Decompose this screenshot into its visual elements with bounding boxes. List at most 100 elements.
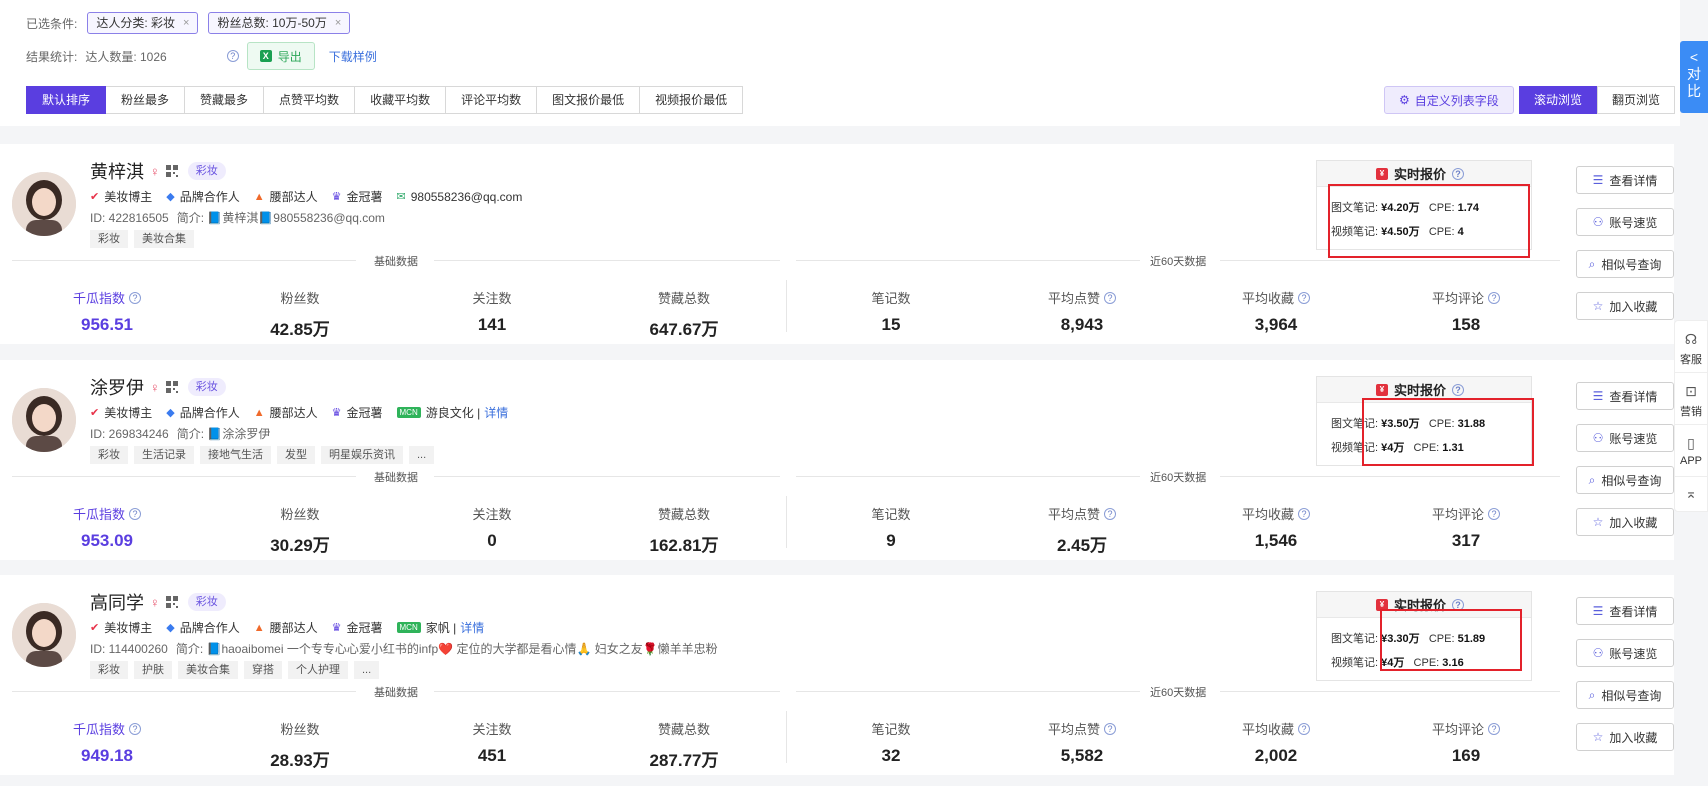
view-mode-scroll[interactable]: 滚动浏览	[1519, 86, 1598, 114]
tag-text: 腰部达人	[269, 621, 318, 635]
tag-text: 品牌合作人	[179, 621, 240, 635]
influencer-name[interactable]: 涂罗伊	[90, 374, 144, 400]
export-button[interactable]: X 导出	[246, 42, 315, 70]
marketing-tool[interactable]: ⊡ 营销	[1675, 373, 1707, 425]
help-icon[interactable]: ?	[1104, 291, 1116, 304]
content-tag[interactable]: ...	[409, 446, 435, 464]
content-tag[interactable]: ...	[354, 661, 380, 679]
influencer-id: ID: 269834246	[90, 426, 169, 441]
help-icon[interactable]: ?	[1488, 722, 1500, 735]
basic-data-label: 基础数据	[366, 469, 426, 485]
account-preview-button[interactable]: ⚇ 账号速览	[1576, 639, 1674, 667]
help-icon[interactable]: ?	[1452, 383, 1464, 396]
similar-search-button[interactable]: ⌕ 相似号查询	[1576, 250, 1674, 278]
view-mode-paged[interactable]: 翻页浏览	[1597, 86, 1676, 114]
metric-value: 647.67万	[649, 320, 719, 339]
sort-tab-avg-favs[interactable]: 收藏平均数	[355, 86, 447, 114]
sort-tab-default[interactable]: 默认排序	[26, 86, 107, 114]
compare-tab[interactable]: < 对比	[1680, 41, 1708, 113]
help-icon[interactable]: ?	[1298, 507, 1310, 520]
tag-text: 品牌合作人	[179, 190, 240, 204]
divider	[1220, 476, 1560, 477]
download-sample-link[interactable]: 下载样例	[329, 48, 377, 65]
help-icon[interactable]: ?	[1298, 291, 1310, 304]
avatar[interactable]	[12, 172, 76, 236]
view-details-button[interactable]: ☰ 查看详情	[1576, 382, 1674, 410]
mcn-details-link[interactable]: 详情	[484, 404, 508, 421]
help-icon[interactable]: ?	[1104, 722, 1116, 735]
view-details-button[interactable]: ☰ 查看详情	[1576, 597, 1674, 625]
add-favorite-button[interactable]: ☆ 加入收藏	[1576, 508, 1674, 536]
highlight-frame	[1380, 609, 1522, 671]
avatar[interactable]	[12, 388, 76, 452]
sort-tab-most-fans[interactable]: 粉丝最多	[106, 86, 186, 114]
sort-tab-most-likes[interactable]: 赞藏最多	[185, 86, 265, 114]
filter-chip-fans[interactable]: 粉丝总数: 10万-50万 ×	[208, 12, 351, 34]
metric-likes-total: 赞藏总数 287.77万	[594, 719, 774, 771]
help-icon[interactable]: ?	[1298, 722, 1310, 735]
customer-service-tool[interactable]: ☊ 客服	[1675, 321, 1707, 373]
name-row: 黄梓淇 ♀ 彩妆	[90, 158, 226, 184]
star-icon: ☆	[1592, 299, 1604, 313]
app-tool[interactable]: ▯ APP	[1675, 425, 1707, 477]
check-circle-icon: ✔	[90, 407, 100, 419]
view-details-button[interactable]: ☰ 查看详情	[1576, 166, 1674, 194]
metric-label: 千瓜指数	[72, 722, 125, 737]
help-icon[interactable]: ?	[1452, 167, 1464, 180]
help-icon[interactable]: ?	[226, 50, 239, 62]
view-mode-toggle: 滚动浏览 翻页浏览	[1519, 86, 1676, 114]
similar-search-button[interactable]: ⌕ 相似号查询	[1576, 681, 1674, 709]
metric-label: 平均评论	[1431, 291, 1484, 306]
tags-row: ✔ 美妆博主 ◆ 品牌合作人 ▲ 腰部达人 ♛ 金冠薯 ✉ 980558236@qq.com	[90, 188, 536, 205]
filter-chip-category[interactable]: 达人分类: 彩妆 ×	[87, 12, 199, 34]
account-preview-button[interactable]: ⚇ 账号速览	[1576, 424, 1674, 452]
basic-data-label: 基础数据	[366, 684, 426, 700]
custom-fields-button[interactable]: ⚙ 自定义列表字段	[1384, 86, 1514, 114]
influencer-name[interactable]: 高同学	[90, 589, 144, 615]
mcn-details-link[interactable]: 详情	[460, 619, 484, 636]
help-icon[interactable]: ?	[1488, 291, 1500, 304]
influencer-card: 涂罗伊 ♀ 彩妆 ✔ 美妆博主 ◆ 品牌合作人 ▲ 腰部达人 ♛ 金冠薯 MCN 游良文化 | 详情…	[0, 360, 1674, 560]
content-tags: 彩妆 生活记录 接地气生活 发型 明星娱乐资讯...	[90, 446, 440, 464]
qr-code-icon[interactable]	[165, 381, 178, 393]
metric-value: 953.09	[81, 531, 133, 550]
influencer-name[interactable]: 黄梓淇	[90, 158, 144, 184]
sort-tab-avg-comments[interactable]: 评论平均数	[446, 86, 538, 114]
sort-tab-avg-likes[interactable]: 点赞平均数	[264, 86, 356, 114]
qr-code-icon[interactable]	[165, 165, 178, 177]
account-preview-button[interactable]: ⚇ 账号速览	[1576, 208, 1674, 236]
close-icon[interactable]: ×	[335, 13, 341, 33]
avatar-image	[12, 603, 76, 667]
sort-tab-lowest-image-price[interactable]: 图文报价最低	[537, 86, 641, 114]
help-icon[interactable]: ?	[1104, 507, 1116, 520]
help-icon[interactable]: ?	[129, 722, 141, 735]
avatar[interactable]	[12, 603, 76, 667]
metric-label: 赞藏总数	[657, 507, 710, 522]
tag-item: ♛ 金冠薯	[332, 619, 383, 636]
close-icon[interactable]: ×	[183, 13, 189, 33]
user-icon: ⚇	[1592, 646, 1604, 660]
help-icon[interactable]: ?	[129, 507, 141, 520]
add-favorite-button[interactable]: ☆ 加入收藏	[1576, 723, 1674, 751]
selected-conditions-label: 已选条件:	[26, 16, 78, 31]
metric-label: 笔记数	[871, 291, 911, 306]
help-icon[interactable]: ?	[129, 291, 141, 304]
add-favorite-button[interactable]: ☆ 加入收藏	[1576, 292, 1674, 320]
button-label: 账号速览	[1609, 215, 1658, 230]
list-icon: ☰	[1592, 604, 1604, 618]
result-stats-label: 结果统计:	[26, 49, 78, 64]
divider	[796, 260, 1140, 261]
back-to-top-tool[interactable]: ⌅	[1675, 477, 1707, 511]
similar-search-button[interactable]: ⌕ 相似号查询	[1576, 466, 1674, 494]
metric-notes: 笔记数 32	[801, 719, 981, 766]
help-icon[interactable]: ?	[1488, 507, 1500, 520]
tag-item: ♛ 金冠薯	[332, 188, 383, 205]
side-toolbar: ☊ 客服 ⊡ 营销 ▯ APP ⌅	[1674, 320, 1708, 512]
headset-icon: ☊	[1684, 331, 1698, 347]
qr-code-icon[interactable]	[165, 596, 178, 608]
metric-label: 关注数	[472, 507, 512, 522]
sort-tab-lowest-video-price[interactable]: 视频报价最低	[640, 86, 744, 114]
person-icon: ▲	[253, 406, 265, 419]
metric-qiangua: 千瓜指数? 949.18	[17, 719, 197, 766]
tag-text: 美妆博主	[104, 621, 153, 635]
